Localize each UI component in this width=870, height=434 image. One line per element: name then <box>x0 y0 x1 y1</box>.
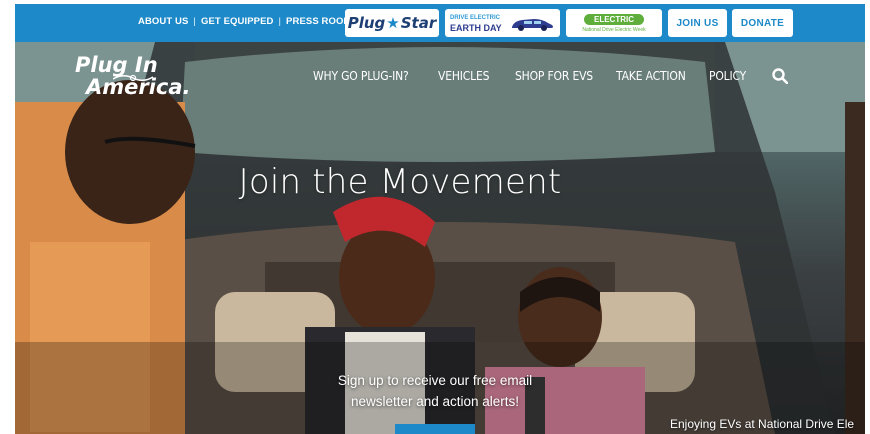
hero-headline: Join the Movement <box>15 162 865 202</box>
hero-headline-text: Join the Movement <box>238 162 562 202</box>
nav-why-go-plug-in[interactable]: WHY GO PLUG-IN? <box>313 69 409 83</box>
utility-bar: ABOUT US | GET EQUIPPED | PRESS ROOM Plu… <box>15 4 865 42</box>
page-frame: ABOUT US | GET EQUIPPED | PRESS ROOM Plu… <box>15 4 865 434</box>
car-icon <box>511 19 553 31</box>
main-nav: WHY GO PLUG-IN? VEHICLES SHOP FOR EVS TA… <box>313 69 774 83</box>
join-us-button[interactable]: JOIN US <box>668 9 727 37</box>
earth-day-bottom: EARTH DAY <box>450 23 502 33</box>
nav-policy[interactable]: POLICY <box>709 69 749 83</box>
nav-shop-for-evs[interactable]: SHOP FOR EVS <box>515 69 593 83</box>
newsletter-signup-text: Sign up to receive our free email newsle… <box>295 370 575 412</box>
search-icon[interactable] <box>772 68 788 84</box>
nav-vehicles[interactable]: VEHICLES <box>438 69 490 83</box>
electric-week-top: ELECTRIC <box>584 13 644 25</box>
photo-caption: Enjoying EVs at National Drive Ele <box>670 417 855 431</box>
plug-icon <box>113 74 153 82</box>
signup-line-1: Sign up to receive our free email <box>337 373 533 388</box>
nav-take-action[interactable]: TAKE ACTION <box>616 69 686 83</box>
divider: | <box>193 16 196 27</box>
earth-day-badge[interactable]: DRIVE ELECTRIC EARTH DAY <box>445 9 560 37</box>
donate-button[interactable]: DONATE <box>732 9 793 37</box>
divider: | <box>278 16 282 27</box>
plugstar-text-right: Star <box>400 14 437 32</box>
plugstar-text-left: Plug <box>347 14 386 32</box>
about-us-link[interactable]: ABOUT US <box>138 16 188 27</box>
plug-in-america-logo[interactable]: Plug In America. <box>75 54 191 98</box>
drive-electric-week-badge[interactable]: ELECTRIC National Drive Electric Week <box>566 9 662 37</box>
signup-line-2: newsletter and action alerts! <box>350 394 520 409</box>
get-equipped-link[interactable]: GET EQUIPPED <box>201 16 273 27</box>
press-room-link[interactable]: PRESS ROOM <box>286 16 351 27</box>
earth-day-top: DRIVE ELECTRIC <box>450 15 501 21</box>
hero-banner: Plug In America. WHY GO PLUG-IN? VEHICLE… <box>15 42 865 434</box>
utility-links: ABOUT US | GET EQUIPPED | PRESS ROOM <box>138 16 351 27</box>
electric-week-bottom: National Drive Electric Week <box>582 26 646 33</box>
earth-day-text: DRIVE ELECTRIC EARTH DAY <box>450 14 502 33</box>
signup-button[interactable] <box>395 424 475 434</box>
star-icon: ★ <box>386 14 400 32</box>
plugstar-badge[interactable]: Plug ★ Star <box>345 9 439 37</box>
